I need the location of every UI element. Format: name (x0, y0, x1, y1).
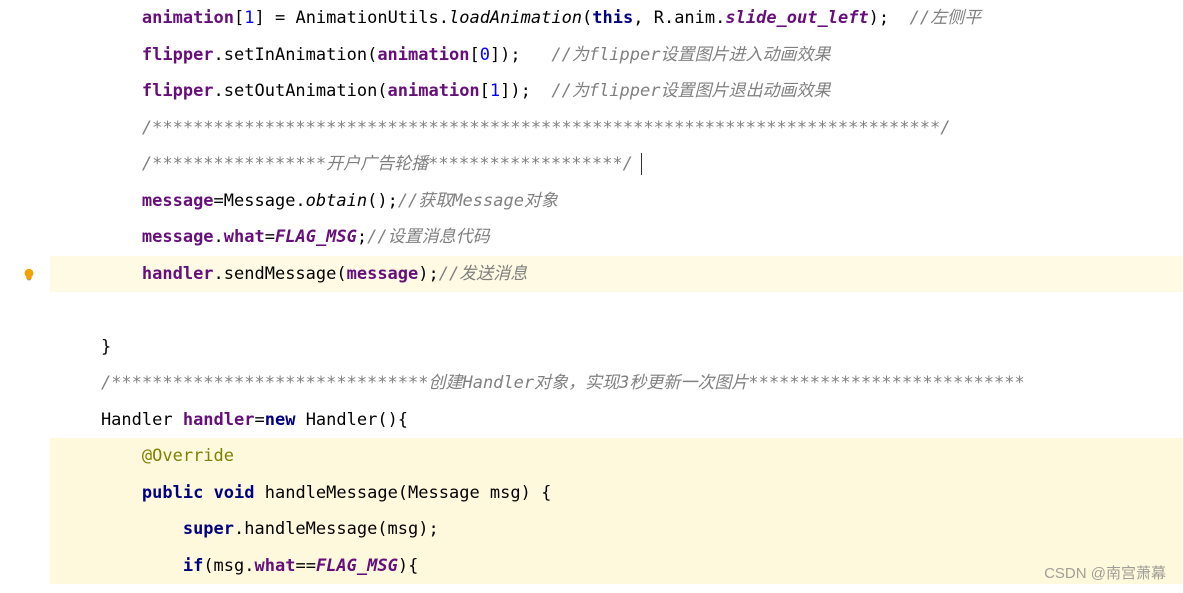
code-line[interactable]: /***************************************… (50, 110, 1184, 147)
gutter (0, 0, 50, 584)
code-line[interactable]: @Override (50, 438, 1184, 475)
code-line[interactable]: flipper.setOutAnimation(animation[1]); /… (50, 73, 1184, 110)
code-line[interactable]: message=Message.obtain();//获取Message对象 (50, 183, 1184, 220)
code-editor[interactable]: animation[1] = AnimationUtils.loadAnimat… (0, 0, 1184, 584)
code-line[interactable]: public void handleMessage(Message msg) { (50, 475, 1184, 512)
watermark: CSDN @南宫萧幕 (1044, 562, 1166, 583)
code-line[interactable]: handler.sendMessage(message);//发送消息 (50, 256, 1184, 293)
code-line[interactable]: } (50, 329, 1184, 366)
code-line[interactable]: flipper.setInAnimation(animation[0]); //… (50, 37, 1184, 74)
text-cursor (641, 153, 642, 175)
code-line[interactable]: animation[1] = AnimationUtils.loadAnimat… (50, 0, 1184, 37)
code-line[interactable]: /*******************************创建Handle… (50, 365, 1184, 402)
code-line[interactable]: if(msg.what==FLAG_MSG){ (50, 548, 1184, 585)
code-line[interactable] (50, 292, 1184, 329)
code-line[interactable]: super.handleMessage(msg); (50, 511, 1184, 548)
code-line[interactable]: Handler handler=new Handler(){ (50, 402, 1184, 439)
code-line[interactable]: /*****************开户广告轮播****************… (50, 146, 1184, 183)
lightbulb-icon[interactable] (22, 268, 36, 282)
code-line[interactable]: message.what=FLAG_MSG;//设置消息代码 (50, 219, 1184, 256)
